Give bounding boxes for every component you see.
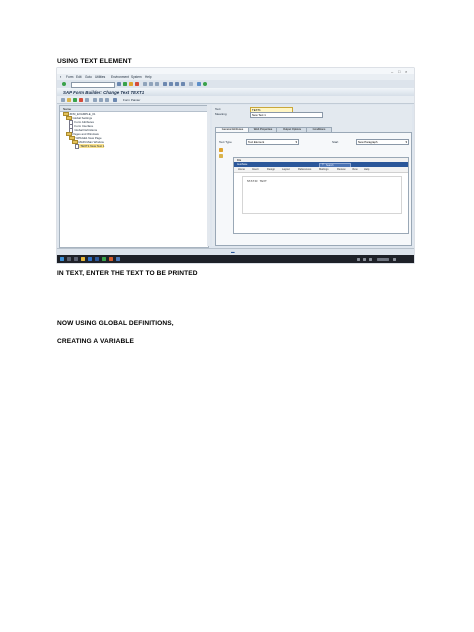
editor-text: STATIC TEXT (247, 180, 267, 183)
text-label: Text (215, 107, 221, 111)
windows-taskbar (57, 255, 414, 263)
previous-page-icon[interactable] (169, 82, 173, 86)
browser-icon[interactable] (88, 257, 92, 261)
clock[interactable] (377, 257, 389, 261)
print-icon[interactable] (143, 82, 147, 86)
heading-global-definitions: NOW USING GLOBAL DEFINITIONS, (57, 320, 174, 327)
ribbon-tab-view[interactable]: View (352, 168, 358, 171)
check-icon[interactable] (73, 97, 77, 102)
last-page-icon[interactable] (181, 82, 185, 86)
menu-environment[interactable]: Environment (111, 75, 129, 79)
heading-using-text-element: USING TEXT ELEMENT (57, 58, 132, 65)
ribbon-tab-layout[interactable]: Layout (282, 168, 290, 171)
menu-goto[interactable]: Goto (85, 75, 92, 79)
text-type-select[interactable]: Text Element ▾ (246, 139, 299, 145)
word-icon[interactable] (95, 257, 99, 261)
save-icon[interactable] (117, 82, 121, 86)
node-detail-panel: Text TEXT1 Meaning New Text 1 General At… (212, 105, 412, 246)
ribbon-tab-insert[interactable]: Insert (252, 168, 259, 171)
menu-help[interactable]: Help (145, 75, 152, 79)
close-icon[interactable]: × (405, 69, 407, 74)
navigation-tree: Name ZFM_EXAMPLE_01 Global Settings Form A… (59, 105, 209, 248)
layout-icon[interactable] (203, 82, 207, 86)
ribbon-tab-design[interactable]: Design (267, 168, 275, 171)
tray-icon[interactable] (357, 257, 360, 261)
next-page-icon[interactable] (175, 82, 179, 86)
heading-creating-variable: CREATING A VARIABLE (57, 338, 134, 345)
maximize-icon[interactable]: □ (398, 69, 400, 74)
command-field[interactable] (71, 81, 115, 88)
search-icon[interactable] (67, 257, 71, 261)
explorer-icon[interactable] (81, 257, 85, 261)
editor-help-icon[interactable] (219, 154, 223, 158)
meaning-field[interactable]: New Text 1 (250, 111, 323, 118)
menu-form[interactable]: Form (66, 75, 73, 79)
sap-logon-icon[interactable] (116, 257, 120, 261)
tree-node[interactable]: TEXT1 New Text 1 (75, 144, 105, 149)
minimize-icon[interactable]: – (391, 69, 393, 74)
help-icon[interactable] (197, 82, 201, 86)
start-select[interactable]: New Paragraph ▾ (356, 139, 409, 145)
other-object-icon[interactable] (61, 97, 65, 102)
meaning-label: Meaning (215, 112, 227, 116)
application-toolbar: Form Painter (57, 96, 414, 104)
menu-system[interactable]: System (131, 75, 142, 79)
document-icon (75, 144, 80, 149)
editor-ribbon: Home Insert Design Layout References Mai… (234, 167, 408, 173)
network-icon[interactable] (363, 257, 366, 261)
exit-icon[interactable] (129, 82, 133, 86)
enter-icon[interactable] (62, 82, 66, 86)
heading-enter-text: IN TEXT, ENTER THE TEXT TO BE PRINTED (57, 270, 198, 277)
menu-edit[interactable]: Edit (76, 75, 82, 79)
sap-logo-icon: ▬ (231, 250, 235, 254)
start-label: Start (332, 140, 339, 144)
text-type-value: Text Element (248, 140, 265, 144)
start-icon[interactable] (60, 257, 64, 261)
volume-icon[interactable] (369, 257, 372, 261)
ribbon-tab-review[interactable]: Review (337, 168, 346, 171)
sap-screenshot: – □ × ▪ Form Edit Goto Utilities Environ… (57, 68, 414, 263)
form-painter-button[interactable]: Form Painter (123, 98, 140, 102)
editor-toggle-icon[interactable] (219, 148, 223, 152)
back-icon[interactable] (123, 82, 127, 86)
menu-utilities[interactable]: Utilities (95, 75, 105, 79)
ribbon-tab-home[interactable]: Home (238, 168, 245, 171)
cut-icon[interactable] (93, 97, 97, 102)
editor-page[interactable]: STATIC TEXT (242, 176, 402, 214)
find-icon[interactable] (149, 82, 153, 86)
search-icon: ⚲ (322, 162, 324, 166)
new-session-icon[interactable] (189, 82, 193, 86)
chevron-down-icon: ▾ (405, 140, 407, 144)
screen-title: SAP Form Builder: Change Text TEXT1 (63, 89, 145, 95)
display-change-icon[interactable] (67, 97, 71, 102)
chevron-down-icon: ▾ (295, 140, 297, 144)
task-view-icon[interactable] (74, 257, 78, 261)
tree-scrollbar[interactable] (207, 105, 210, 246)
activate-icon[interactable] (79, 97, 83, 102)
start-value: New Paragraph (358, 140, 378, 144)
tree-header-label: Name (63, 107, 72, 111)
test-icon[interactable] (85, 97, 89, 102)
autosave-label[interactable]: AutoSave (237, 163, 247, 166)
tree-node-label: TEXT1 New Text 1 (80, 144, 105, 149)
ribbon-tab-references[interactable]: References (298, 168, 311, 171)
copy-icon[interactable] (99, 97, 103, 102)
ribbon-tab-mailings[interactable]: Mailings (319, 168, 329, 171)
first-page-icon[interactable] (163, 82, 167, 86)
excel-icon[interactable] (102, 257, 106, 261)
sap-logo-icon: ▪ (60, 75, 62, 80)
cancel-icon[interactable] (135, 82, 139, 86)
paste-icon[interactable] (105, 97, 109, 102)
powerpoint-icon[interactable] (109, 257, 113, 261)
text-type-label: Text Type (219, 140, 232, 144)
form-painter-icon[interactable] (113, 97, 117, 102)
find-next-icon[interactable] (155, 82, 159, 86)
notification-icon[interactable] (393, 257, 396, 261)
text-editor: File AutoSave Search ⚲ Home Insert Desig… (233, 157, 409, 234)
ribbon-tab-help[interactable]: Help (364, 168, 369, 171)
